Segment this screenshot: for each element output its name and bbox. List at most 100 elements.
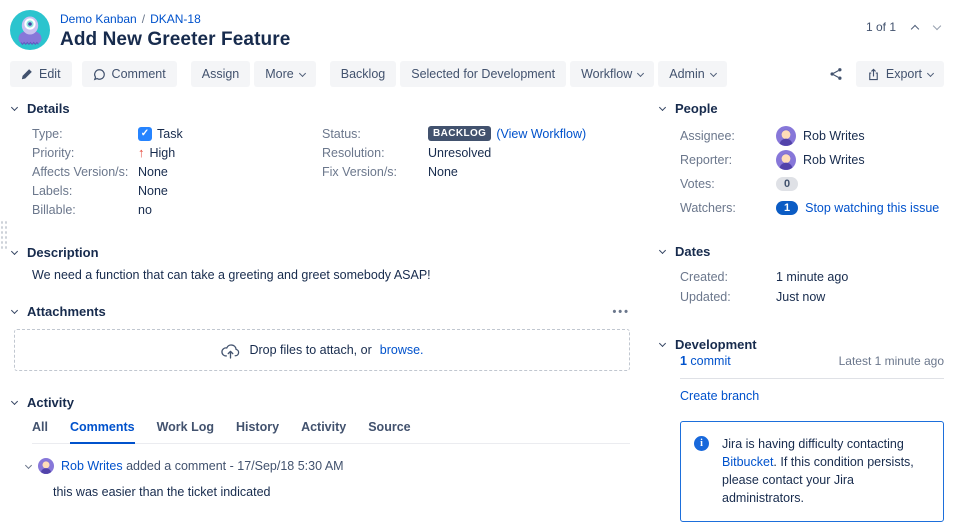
- field-fix-versions: Fix Version/s: None: [322, 162, 630, 181]
- breadcrumb-issue-key-link[interactable]: DKAN-18: [150, 12, 201, 26]
- chevron-up-icon[interactable]: [910, 24, 920, 33]
- description-section-header[interactable]: Description: [10, 245, 630, 260]
- selected-for-development-button[interactable]: Selected for Development: [400, 61, 567, 87]
- issue-header: Demo Kanban / DKAN-18 Add New Greeter Feat…: [10, 10, 944, 51]
- dates-section-header[interactable]: Dates: [658, 244, 944, 259]
- description-section: Description We need a function that can …: [10, 245, 630, 282]
- resolution-value: Unresolved: [428, 145, 492, 160]
- assignee-avatar: [776, 126, 796, 146]
- fix-versions-value: None: [428, 164, 458, 179]
- updated-label: Updated:: [680, 290, 731, 304]
- pager-count: 1 of 1: [865, 20, 896, 34]
- dates-heading: Dates: [675, 244, 711, 259]
- reporter-label: Reporter:: [680, 153, 733, 167]
- create-branch-link[interactable]: Create branch: [680, 389, 759, 403]
- reporter-avatar: [776, 150, 796, 170]
- chevron-down-icon[interactable]: [932, 21, 942, 31]
- comment-bubble-icon: [93, 68, 106, 81]
- bitbucket-link[interactable]: Bitbucket: [722, 455, 773, 469]
- comment-author-link[interactable]: Rob Writes: [61, 459, 123, 473]
- admin-button[interactable]: Admin: [658, 61, 727, 87]
- details-left-fields: Type: ✓ Task Priority: ↑ High Affects Vers…: [32, 124, 322, 219]
- more-button[interactable]: More: [254, 61, 316, 87]
- field-votes: Votes: 0: [680, 172, 944, 196]
- reporter-value[interactable]: Rob Writes: [803, 153, 865, 167]
- tab-source[interactable]: Source: [368, 420, 410, 443]
- development-section: Development 1 commit Latest 1 minute ago…: [658, 337, 944, 522]
- people-section: People Assignee: Rob Writes Reporter: Ro…: [658, 101, 944, 220]
- commits-link[interactable]: 1 commit: [680, 354, 731, 368]
- updated-value: Just now: [776, 290, 826, 304]
- issue-main: Details Type: ✓ Task Priority: ↑ High Af…: [10, 101, 944, 522]
- activity-section-header[interactable]: Activity: [10, 395, 630, 410]
- labels-label: Labels:: [32, 183, 73, 198]
- breadcrumb-project-link[interactable]: Demo Kanban: [60, 12, 137, 26]
- browse-files-link[interactable]: browse.: [380, 343, 424, 357]
- stop-watching-link[interactable]: Stop watching this issue: [805, 201, 939, 215]
- breadcrumb-separator: /: [141, 12, 146, 26]
- tab-work-log[interactable]: Work Log: [157, 420, 214, 443]
- details-heading: Details: [27, 101, 70, 116]
- share-button[interactable]: [822, 61, 850, 87]
- export-button-label: Export: [885, 67, 922, 81]
- status-label: Status:: [322, 126, 361, 141]
- comment-item: Rob Writes added a comment - 17/Sep/18 5…: [24, 458, 630, 499]
- attachment-dropzone[interactable]: Drop files to attach, or browse.: [14, 329, 630, 371]
- comment-button[interactable]: Comment: [81, 61, 177, 87]
- resolution-label: Resolution:: [322, 145, 385, 160]
- watchers-badge[interactable]: 1: [776, 201, 799, 215]
- development-section-header[interactable]: Development: [658, 337, 944, 352]
- issue-pager: 1 of 1: [865, 10, 942, 34]
- people-section-header[interactable]: People: [658, 101, 944, 116]
- created-label: Created:: [680, 270, 728, 284]
- info-icon: i: [694, 436, 709, 451]
- section-drag-handle[interactable]: [0, 220, 7, 250]
- page-title: Add New Greeter Feature: [60, 29, 291, 50]
- field-billable: Billable: no: [32, 200, 322, 219]
- workflow-button[interactable]: Workflow: [570, 61, 655, 87]
- attachments-heading: Attachments: [27, 304, 106, 319]
- attachments-more-menu[interactable]: •••: [612, 306, 630, 318]
- more-button-label: More: [265, 67, 294, 81]
- comment-button-label: Comment: [111, 67, 166, 81]
- selected-for-development-label: Selected for Development: [411, 67, 556, 81]
- field-priority: Priority: ↑ High: [32, 143, 322, 162]
- info-text-prefix: Jira is having difficulty contacting: [722, 437, 904, 451]
- priority-label: Priority:: [32, 145, 75, 160]
- assign-button-label: Assign: [201, 67, 240, 81]
- assignee-label: Assignee:: [680, 129, 735, 143]
- votes-badge[interactable]: 0: [776, 177, 799, 191]
- development-heading: Development: [675, 337, 757, 352]
- assign-button[interactable]: Assign: [190, 61, 251, 87]
- chevron-down-icon: [926, 69, 935, 77]
- backlog-transition-button[interactable]: Backlog: [329, 61, 397, 87]
- tab-activity[interactable]: Activity: [301, 420, 346, 443]
- tab-comments[interactable]: Comments: [69, 420, 135, 444]
- field-created: Created: 1 minute ago: [680, 267, 944, 287]
- export-button[interactable]: Export: [855, 61, 944, 87]
- chevron-down-icon: [709, 69, 717, 77]
- commit-label: commit: [686, 354, 731, 368]
- collapse-chevron-icon: [10, 247, 19, 256]
- comment-header: Rob Writes added a comment - 17/Sep/18 5…: [24, 458, 630, 474]
- commit-row: 1 commit Latest 1 minute ago: [660, 352, 944, 368]
- tab-history[interactable]: History: [236, 420, 279, 443]
- description-text: We need a function that can take a greet…: [32, 268, 431, 282]
- votes-label: Votes:: [680, 177, 715, 191]
- activity-heading: Activity: [27, 395, 74, 410]
- watchers-label: Watchers:: [680, 201, 736, 215]
- type-label: Type:: [32, 126, 63, 141]
- assignee-value[interactable]: Rob Writes: [803, 129, 865, 143]
- issue-page: Demo Kanban / DKAN-18 Add New Greeter Feat…: [0, 0, 960, 522]
- edit-button[interactable]: Edit: [10, 61, 72, 87]
- cloud-upload-icon: [220, 340, 241, 361]
- collapse-chevron-icon[interactable]: [24, 461, 33, 469]
- commenter-avatar: [38, 458, 54, 474]
- attachments-section-header[interactable]: Attachments •••: [10, 304, 630, 319]
- details-section-header[interactable]: Details: [10, 101, 630, 116]
- issue-toolbar: Edit Comment Assign More Backlog Selecte…: [10, 61, 944, 87]
- view-workflow-link[interactable]: (View Workflow): [496, 127, 586, 141]
- tab-all[interactable]: All: [32, 420, 48, 443]
- affects-versions-label: Affects Version/s:: [32, 164, 129, 179]
- people-heading: People: [675, 101, 718, 116]
